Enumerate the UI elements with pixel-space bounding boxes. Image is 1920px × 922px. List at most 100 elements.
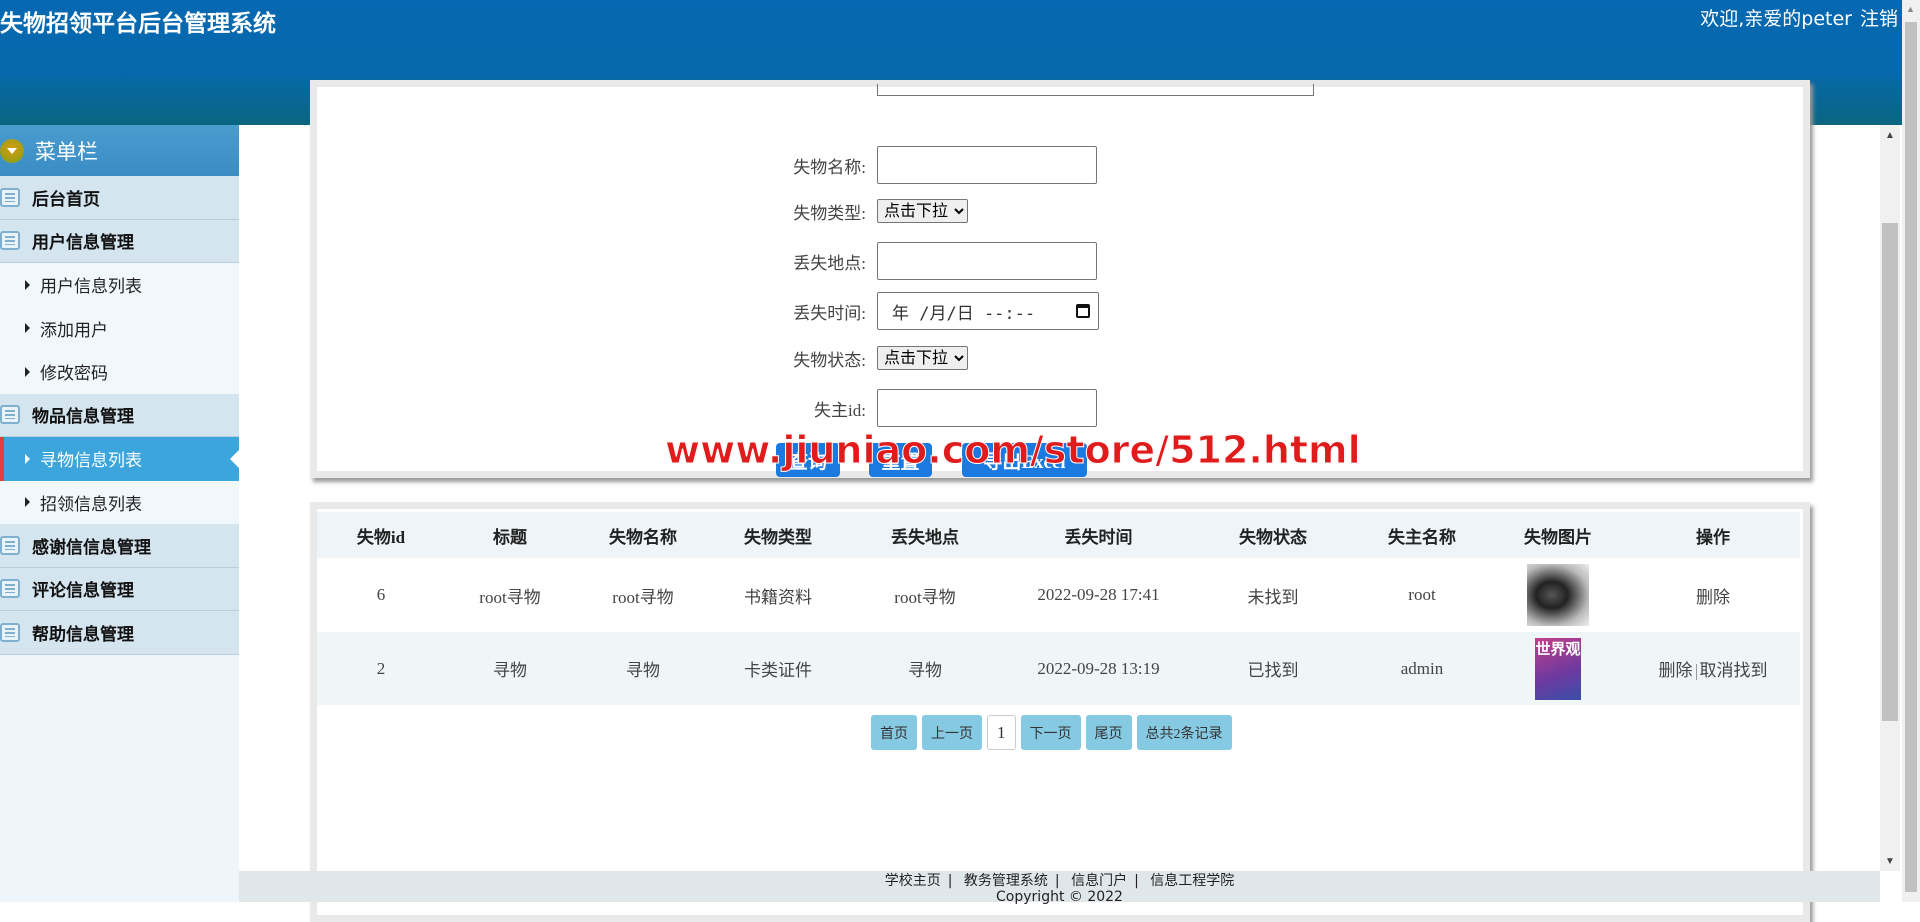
scroll-down-icon[interactable]: ▼: [1885, 856, 1895, 867]
page-scrollbar[interactable]: ▲: [1902, 0, 1920, 902]
delete-link[interactable]: 删除: [1659, 661, 1693, 680]
owner-label: 失主id:: [814, 400, 866, 420]
cell-place: root寻物: [845, 558, 1005, 632]
footer-link-academic[interactable]: 教务管理系统: [964, 873, 1048, 889]
form-row-type: 失物类型: 点击下拉: [317, 192, 1803, 230]
col-header: 丢失地点: [845, 512, 1005, 558]
type-label: 失物类型:: [793, 203, 866, 223]
place-label: 丢失地点:: [793, 253, 866, 273]
form-row-name: 失物名称:: [317, 146, 1803, 184]
sidebar-group-user[interactable]: 用户信息管理: [0, 219, 239, 263]
sidebar-item-label: 用户信息列表: [40, 277, 142, 298]
footer-link-college[interactable]: 信息工程学院: [1150, 873, 1234, 889]
status-label: 失物状态:: [793, 350, 866, 370]
scroll-up-icon[interactable]: ▲: [1885, 130, 1895, 141]
cell-time: 2022-09-28 13:19: [1005, 632, 1192, 705]
list-icon: [0, 579, 20, 599]
cancel-found-link[interactable]: 取消找到: [1700, 661, 1768, 680]
sidebar-item-add-user[interactable]: 添加用户: [0, 306, 239, 350]
menu-header[interactable]: 菜单栏: [0, 125, 239, 176]
scrollbar-thumb[interactable]: [1882, 223, 1898, 721]
name-input[interactable]: [877, 146, 1097, 184]
last-page-button[interactable]: 尾页: [1085, 715, 1132, 750]
results-panel: 失物id 标题 失物名称 失物类型 丢失地点 丢失时间 失物状态 失主名称 失物…: [310, 502, 1810, 922]
cell-type: 书籍资料: [711, 558, 845, 632]
scroll-up-icon[interactable]: ▲: [1906, 4, 1915, 14]
col-header: 失物状态: [1192, 512, 1354, 558]
divider: [1695, 664, 1697, 681]
sidebar-group-comments[interactable]: 评论信息管理: [0, 567, 239, 611]
sidebar-item-label: 后台首页: [32, 189, 100, 210]
form-row-owner: 失主id:: [317, 389, 1803, 427]
sidebar-group-thanks[interactable]: 感谢信信息管理: [0, 524, 239, 568]
footer-link-school[interactable]: 学校主页: [885, 873, 941, 889]
list-icon: [0, 622, 20, 642]
search-form-panel: 失物名称: 失物类型: 点击下拉 丢失地点: 丢失时间: 年 /月/日 --:-- …: [310, 80, 1810, 478]
cell-place: 寻物: [845, 632, 1005, 705]
table-row: 6 root寻物 root寻物 书籍资料 root寻物 2022-09-28 1…: [317, 558, 1800, 632]
prev-page-button[interactable]: 上一页: [922, 715, 982, 750]
sidebar-item-label: 物品信息管理: [32, 407, 134, 428]
col-header: 失物id: [317, 512, 445, 558]
total-records: 总共2条记录: [1136, 715, 1232, 750]
footer: 学校主页 | 教务管理系统 | 信息门户 | 信息工程学院 Copyright © 2…: [239, 871, 1880, 905]
time-label: 丢失时间:: [793, 303, 866, 323]
cell-title: root寻物: [445, 558, 575, 632]
owner-id-input[interactable]: [877, 389, 1097, 427]
cut-off-input[interactable]: [877, 84, 1314, 96]
copyright: Copyright © 2022: [996, 889, 1123, 905]
delete-link[interactable]: 删除: [1696, 588, 1730, 607]
table-row: 2 寻物 寻物 卡类证件 寻物 2022-09-28 13:19 已找到 adm…: [317, 632, 1800, 705]
collapse-icon: [0, 138, 24, 163]
sidebar-item-label: 修改密码: [40, 364, 108, 385]
list-icon: [0, 187, 20, 207]
sidebar-item-home[interactable]: 后台首页: [0, 176, 239, 220]
time-input[interactable]: 年 /月/日 --:--: [877, 292, 1099, 330]
calendar-icon[interactable]: [1076, 304, 1090, 318]
status-select[interactable]: 点击下拉: [877, 346, 968, 370]
col-header: 丢失时间: [1005, 512, 1192, 558]
sidebar-item-change-password[interactable]: 修改密码: [0, 350, 239, 394]
item-image[interactable]: 世界观: [1535, 637, 1581, 700]
first-page-button[interactable]: 首页: [871, 715, 917, 750]
content-scrollbar[interactable]: ▲ ▼: [1880, 125, 1900, 871]
list-icon: [0, 535, 20, 555]
scrollbar-thumb[interactable]: [1905, 22, 1917, 892]
cell-time: 2022-09-28 17:41: [1005, 558, 1192, 632]
col-header: 失物名称: [575, 512, 711, 558]
cell-image: [1490, 558, 1626, 632]
cell-type: 卡类证件: [711, 632, 845, 705]
sidebar-group-help[interactable]: 帮助信息管理: [0, 611, 239, 655]
col-header: 失主名称: [1354, 512, 1490, 558]
sidebar-group-items[interactable]: 物品信息管理: [0, 393, 239, 437]
list-icon: [0, 405, 20, 425]
sidebar-item-label: 添加用户: [40, 320, 108, 341]
menu-title: 菜单栏: [35, 139, 98, 164]
query-button[interactable]: 查询: [776, 443, 840, 477]
sidebar-item-label: 用户信息管理: [32, 233, 134, 254]
cell-name: 寻物: [575, 632, 711, 705]
sidebar-item-lost-list[interactable]: 寻物信息列表: [0, 437, 239, 481]
sidebar-item-user-list[interactable]: 用户信息列表: [0, 263, 239, 307]
footer-link-portal[interactable]: 信息门户: [1071, 873, 1127, 889]
sidebar-item-label: 帮助信息管理: [32, 624, 134, 645]
cell-owner: admin: [1354, 632, 1490, 705]
cell-actions: 删除: [1626, 558, 1800, 632]
sidebar-item-found-list[interactable]: 招领信息列表: [0, 480, 239, 524]
type-select[interactable]: 点击下拉: [877, 199, 968, 223]
current-page[interactable]: 1: [987, 715, 1016, 750]
app-title: 失物招领平台后台管理系统: [0, 11, 276, 37]
cell-status: 未找到: [1192, 558, 1354, 632]
export-excel-button[interactable]: 导出Excel: [962, 443, 1087, 477]
sidebar: 菜单栏 后台首页 用户信息管理 用户信息列表 添加用户 修改密码 物品信息管理 …: [0, 125, 239, 902]
pagination: 首页 上一页 1 下一页 尾页 总共2条记录: [871, 715, 1232, 750]
cell-name: root寻物: [575, 558, 711, 632]
place-input[interactable]: [877, 242, 1097, 280]
logout-link[interactable]: 注销: [1860, 8, 1898, 30]
item-image[interactable]: [1527, 564, 1589, 626]
cell-status: 已找到: [1192, 632, 1354, 705]
next-page-button[interactable]: 下一页: [1020, 715, 1081, 750]
reset-button[interactable]: 重置: [869, 443, 932, 477]
lost-items-table: 失物id 标题 失物名称 失物类型 丢失地点 丢失时间 失物状态 失主名称 失物…: [317, 512, 1800, 705]
sidebar-item-label: 招领信息列表: [40, 494, 142, 515]
